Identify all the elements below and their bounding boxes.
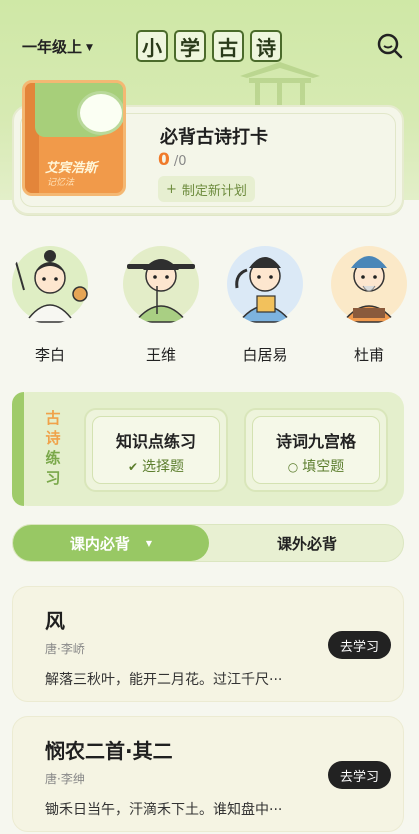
grade-label: 一年级上 — [22, 38, 83, 56]
poet-name: 白居易 — [242, 346, 288, 364]
checkin-total: /0 — [173, 154, 187, 169]
poet-name: 王维 — [145, 346, 176, 364]
poem-tabs: 课内必背 ▼ 课外必背 — [12, 524, 404, 562]
practice-label: 古 诗 练 习 — [42, 408, 64, 488]
poem-grid-card[interactable]: 诗词九宫格 ○ 填空题 — [244, 408, 388, 492]
lotus-icon — [77, 91, 123, 135]
poem-card[interactable]: 悯农二首·其二 唐·李绅 锄禾日当午，汗滴禾下土。谁知盘中··· 去学习 — [12, 716, 404, 832]
poet-bai-juyi[interactable]: 白居易 — [225, 240, 305, 370]
go-study-button[interactable]: 去学习 — [327, 631, 391, 659]
practice-label-char: 诗 — [45, 429, 61, 447]
poet-avatar — [12, 246, 88, 323]
poem-title: 风 — [45, 609, 65, 633]
checkin-count: 0/0 — [158, 150, 187, 170]
poet-list: 李白 王维 白居易 杜甫 — [0, 240, 419, 370]
knowledge-practice-sub: ✔ 选择题 — [86, 456, 226, 476]
poem-grid-title: 诗词九宫格 — [275, 432, 356, 451]
practice-accent-bar — [12, 392, 24, 506]
poet-avatar — [123, 246, 199, 323]
practice-label-char: 习 — [45, 469, 61, 487]
grade-selector[interactable]: 一年级上 ▼ — [22, 36, 93, 57]
make-plan-button[interactable]: + 制定新计划 — [158, 176, 255, 202]
caret-down-icon: ▼ — [145, 538, 153, 548]
title-char: 诗 — [250, 30, 282, 62]
tab-in-class-label: 课内必背 — [69, 534, 130, 553]
poem-author: 唐·李绅 — [45, 772, 85, 786]
poet-avatar — [227, 246, 303, 323]
caret-down-icon: ▼ — [86, 42, 93, 53]
title-char: 小 — [136, 30, 168, 62]
plus-icon: + — [166, 181, 177, 197]
poem-grid-type: 填空题 — [302, 459, 345, 475]
poem-excerpt: 解落三秋叶，能开二月花。过江千尺··· — [45, 672, 283, 688]
go-study-button[interactable]: 去学习 — [327, 761, 391, 789]
checkin-title: 必背古诗打卡 — [160, 127, 268, 148]
poem-author: 唐·李峤 — [45, 642, 85, 656]
check-icon: ✔ — [127, 460, 139, 474]
poem-grid-sub: ○ 填空题 — [246, 456, 386, 476]
title-char: 学 — [174, 30, 206, 62]
poet-name: 李白 — [34, 346, 65, 364]
practice-label-char: 古 — [45, 409, 61, 427]
checkin-done: 0 — [158, 150, 170, 170]
tab-in-class[interactable]: 课内必背 ▼ — [13, 525, 209, 561]
poet-li-bai[interactable]: 李白 — [10, 240, 90, 370]
knowledge-practice-type: 选择题 — [142, 459, 185, 475]
practice-label-char: 练 — [45, 449, 61, 467]
poet-du-fu[interactable]: 杜甫 — [329, 240, 409, 370]
poem-card[interactable]: 风 唐·李峤 解落三秋叶，能开二月花。过江千尺··· 去学习 — [12, 586, 404, 702]
poet-wang-wei[interactable]: 王维 — [121, 240, 201, 370]
book-brand-sub: 记忆法 — [47, 178, 75, 188]
memory-method-book: 艾宾浩斯 记忆法 — [22, 80, 126, 196]
poet-name: 杜甫 — [353, 346, 384, 364]
title-char: 古 — [212, 30, 244, 62]
search-icon[interactable] — [376, 32, 404, 60]
make-plan-label: 制定新计划 — [181, 183, 247, 199]
book-brand: 艾宾浩斯 — [45, 161, 98, 176]
knowledge-practice-title: 知识点练习 — [115, 432, 196, 451]
tab-extra-class-label: 课外必背 — [276, 534, 337, 553]
app-title: 小 学 古 诗 — [136, 30, 282, 62]
circle-icon: ○ — [287, 460, 299, 474]
knowledge-practice-card[interactable]: 知识点练习 ✔ 选择题 — [84, 408, 228, 492]
poem-title: 悯农二首·其二 — [45, 739, 173, 763]
tab-extra-class[interactable]: 课外必背 — [209, 525, 405, 561]
poet-avatar — [331, 246, 407, 323]
poem-excerpt: 锄禾日当午，汗滴禾下土。谁知盘中··· — [45, 802, 283, 818]
